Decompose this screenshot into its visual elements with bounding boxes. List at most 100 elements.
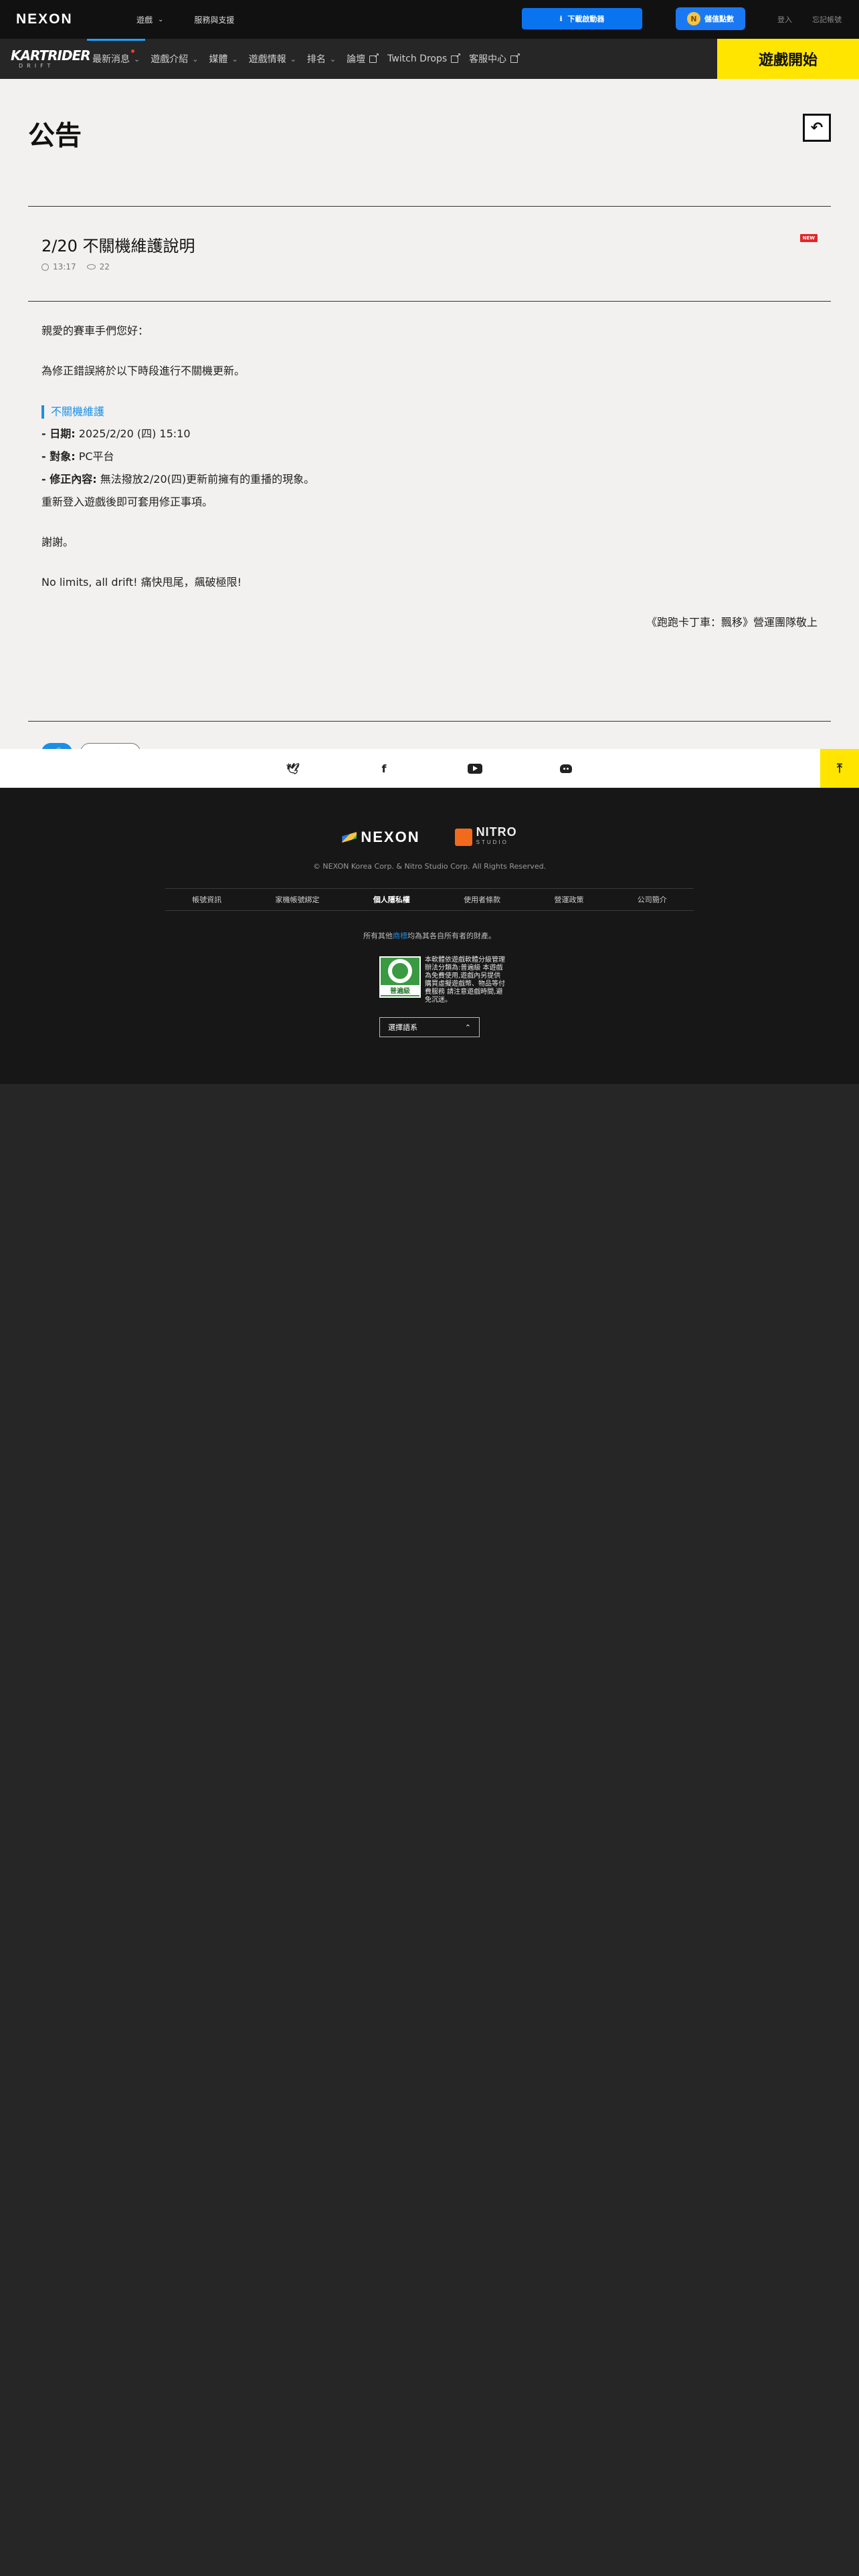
trademark-link[interactable]: 商標 [393,932,407,940]
note-text: 重新登入遊戲後即可套用修正事項。 [41,496,213,508]
notice-content: 公告 ↶ 2/20 不關機維護說明 NEW 13:17 22 親愛的賽車手們您好… [0,79,859,762]
trademark-prefix: 所有其他 [363,932,393,940]
discord-icon[interactable] [558,760,574,776]
chevron-down-icon: ⌄ [158,15,164,23]
divider [28,721,831,722]
scroll-to-top-button[interactable]: ⤒ [820,749,859,788]
post-time-value: 13:17 [53,262,76,272]
date-line: - 日期: 2025/2/20 (四) 15:10 [41,423,818,445]
download-icon: ⭳ [559,13,563,23]
nav-item-game-info[interactable]: 遊戲情報 ⌄ [244,39,302,79]
nav-item-label: Twitch Drops [387,53,448,64]
footer-link-policy[interactable]: 營運政策 [554,894,583,905]
nav-item-label: 最新消息 [92,54,130,65]
top-up-label: 儲值點數 [704,15,734,23]
external-link-icon [451,52,461,63]
rating-description: 本軟體依遊戲軟體分級管理辦法分類為:普遍級 本遊戲為免費使用,遊戲內另提供購買虛… [425,956,505,1004]
facebook-icon[interactable]: f [376,760,392,776]
nav-item-news[interactable]: 最新消息 ⌄ [87,39,146,79]
nav-item-label: 遊戲介紹 [151,54,189,65]
rating-badge-icon: 普遍級 [379,956,421,998]
article-body: 親愛的賽車手們您好： 為修正錯誤將於以下時段進行不關機更新。 不關機維護 - 日… [41,320,818,634]
fix-label: - 修正內容: [41,473,97,486]
thanks-text: 謝謝。 [41,536,74,548]
global-menu: 遊戲 ⌄ 服務與支援 [123,14,248,25]
nitro-mark-icon [454,829,472,846]
rating-label: 普遍級 [381,985,419,995]
nitro-name: NITRO [476,825,517,839]
back-button[interactable]: ↶ [803,114,831,142]
kartrider-drift-logo[interactable]: KARTRIDER DRIFT [0,47,91,69]
footer-link-account[interactable]: 帳號資訊 [192,894,221,905]
external-link-icon [510,52,520,63]
chevron-up-icon: ⌃ [464,1023,471,1032]
download-launcher-button[interactable]: ⭳ 下載啟動器 [522,8,642,29]
trademark-suffix: 均為其各自所有者的財產。 [407,932,496,940]
chevron-down-icon: ⌄ [192,54,199,64]
divider [28,206,831,207]
top-up-points-button[interactable]: N 儲值點數 [676,7,745,30]
logo-main-text: KARTRIDER [11,47,91,64]
nav-item-label: 客服中心 [469,54,507,65]
article-meta: 13:17 22 [41,262,110,272]
nav-item-label: 遊戲情報 [248,54,286,65]
footer-links: 帳號資訊 家機帳號綁定 個人隱私權 使用者條款 營運政策 公司簡介 [165,888,694,911]
view-count-value: 22 [99,262,110,272]
eye-icon [86,264,96,270]
date-label: - 日期: [41,427,76,440]
nexon-footer-logo[interactable]: NEXON [342,829,419,846]
chevron-down-icon: ⌄ [329,54,337,64]
footer-link-terms[interactable]: 使用者條款 [464,894,500,905]
coin-icon: N [687,12,700,25]
nav-item-label: 排名 [306,54,326,65]
page-background [0,1084,859,2576]
nitro-logo-text: NITRO STUDIO [476,825,517,848]
logo-sub-text: DRIFT [19,63,55,69]
footer-link-console-binding[interactable]: 家機帳號綁定 [275,894,319,905]
target-label: - 對象: [41,450,76,463]
footer-link-privacy[interactable]: 個人隱私權 [373,894,410,905]
footer: NEXON NITRO STUDIO © NEXON Korea Corp. &… [0,788,859,1084]
chevron-down-icon: ⌄ [290,54,296,64]
clock-icon [41,263,49,271]
nav-item-label: 媒體 [209,54,228,65]
gnb-item-label: 服務與支援 [194,15,235,25]
date-value: 2025/2/20 (四) 15:10 [78,427,191,440]
gnb-item-support[interactable]: 服務與支援 [181,14,248,25]
new-dot-indicator [131,49,135,53]
nav-item-ranking[interactable]: 排名 ⌄ [302,39,341,79]
external-link-icon [369,52,379,63]
login-link[interactable]: 登入 [777,14,792,25]
language-select[interactable]: 選擇語系 ⌃ [379,1017,480,1037]
nav-item-game-intro[interactable]: 遊戲介紹 ⌄ [145,39,203,79]
signature-text: 《跑跑卡丁車：飄移》營運團隊敬上 [646,616,818,629]
undo-icon: ↶ [810,119,824,136]
chevron-down-icon: ⌄ [231,54,238,64]
nav-item-forum[interactable]: 論壇 [341,39,382,79]
global-nav-bar: NEXON 遊戲 ⌄ 服務與支援 ⭳ 下載啟動器 N 儲值點數 登入 忘記帳號 [0,0,859,39]
nav-item-customer-service[interactable]: 客服中心 [464,39,523,79]
forgot-account-link[interactable]: 忘記帳號 [812,14,842,25]
game-start-button[interactable]: 遊戲開始 [717,39,859,79]
fix-value: 無法撥放2/20(四)更新前擁有的重播的現象。 [100,473,315,486]
gnb-item-label: 遊戲 [136,15,153,25]
target-line: - 對象: PC平台 [41,445,818,468]
language-label: 選擇語系 [388,1023,417,1032]
article-title: 2/20 不關機維護說明 [41,237,195,255]
nav-item-twitch-drops[interactable]: Twitch Drops [382,39,464,79]
target-value: PC平台 [78,450,114,463]
post-time: 13:17 [41,262,76,272]
view-count: 22 [86,262,110,272]
arrow-up-icon: ⤒ [837,761,842,776]
footer-link-company[interactable]: 公司簡介 [638,894,667,905]
gnb-item-games[interactable]: 遊戲 ⌄ [123,14,177,25]
nitro-studio-logo[interactable]: NITRO STUDIO [454,825,517,848]
kartrider-bird-icon[interactable]: 🕊 [285,760,301,776]
nexon-logo[interactable]: NEXON [16,11,110,27]
game-nav-bar: KARTRIDER DRIFT 最新消息 ⌄ 遊戲介紹 ⌄ 媒體 ⌄ 遊戲情報 … [0,39,859,79]
game-menu: 最新消息 ⌄ 遊戲介紹 ⌄ 媒體 ⌄ 遊戲情報 ⌄ 排名 ⌄ 論壇 Twitch… [87,39,523,79]
trademark-text: 所有其他商標均為其各自所有者的財產。 [0,930,859,941]
youtube-icon[interactable] [467,760,483,776]
nav-item-media[interactable]: 媒體 ⌄ [203,39,243,79]
nav-item-label: 論壇 [347,54,366,65]
